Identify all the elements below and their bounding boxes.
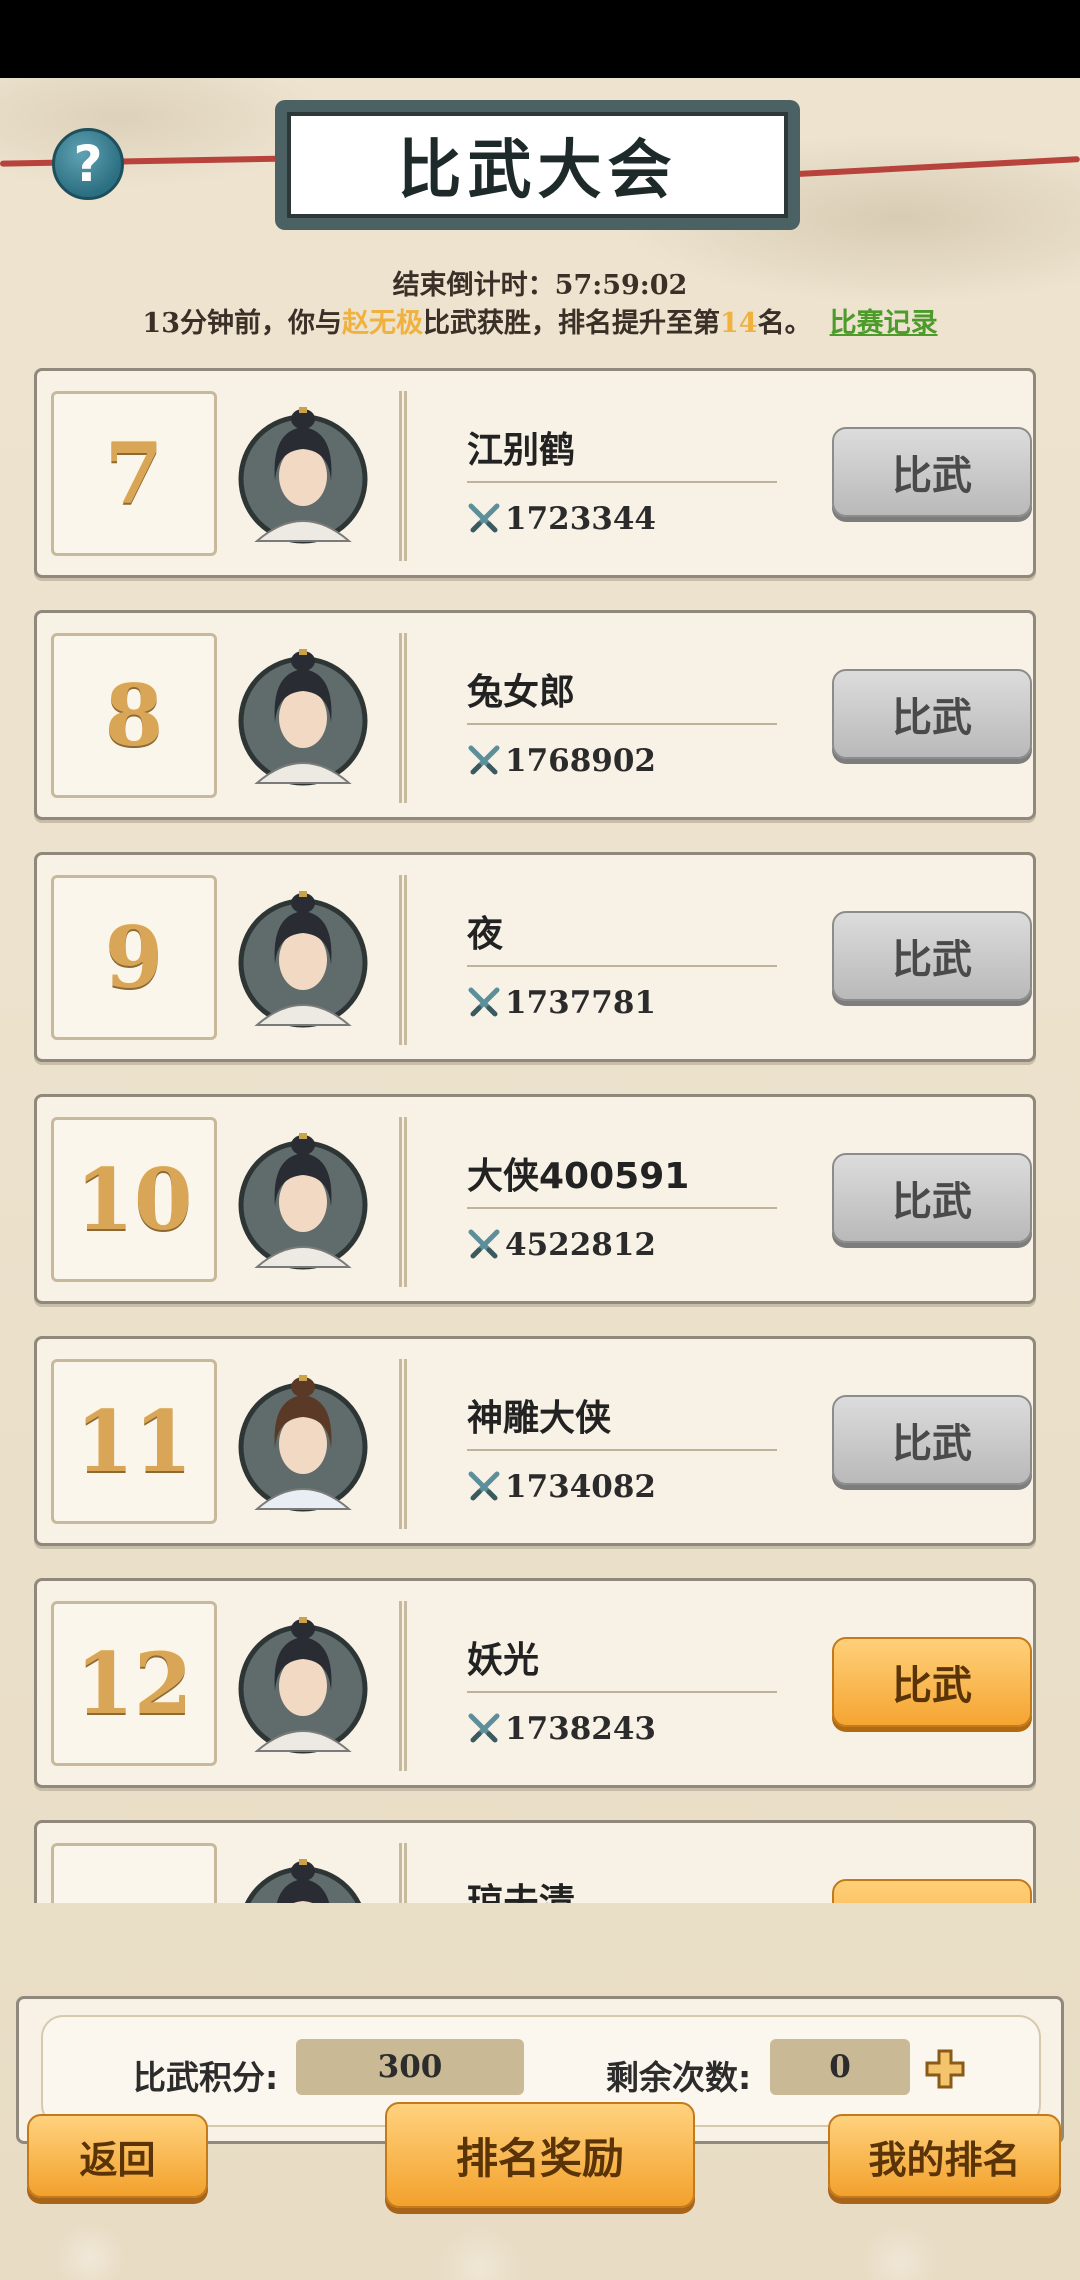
player-name: 夜	[467, 914, 504, 955]
power-value: 1734082	[467, 1469, 656, 1505]
crossed-swords-icon	[468, 745, 500, 775]
player-name: 琼夫清	[467, 1882, 576, 1903]
list-item: 10 大侠400591 4522812 比武	[34, 1094, 1036, 1304]
cloud-decoration	[0, 2188, 1080, 2280]
my-rank-button[interactable]: 我的排名	[828, 2114, 1061, 2198]
challenge-button[interactable]: 比武	[832, 427, 1032, 517]
ranking-list[interactable]: 7 江别鹤 1723344 比武 8 兔女郎 1768902 比武 9 夜 17…	[0, 368, 1080, 1903]
challenge-button[interactable]: 比武	[832, 669, 1032, 759]
divider	[467, 1449, 777, 1451]
crossed-swords-icon	[468, 1713, 500, 1743]
avatar	[237, 885, 369, 1035]
divider	[467, 723, 777, 725]
divider	[467, 1691, 777, 1693]
news-prefix: 13分钟前，你与	[142, 308, 342, 339]
player-name: 神雕大侠	[467, 1398, 612, 1439]
rank-number: 8	[51, 633, 217, 798]
rope-decoration	[0, 155, 301, 167]
power-number: 1738243	[505, 1711, 656, 1747]
avatar	[237, 401, 369, 551]
news-middle: 比武获胜，排名提升至第	[423, 308, 720, 339]
list-item: 9 夜 1737781 比武	[34, 852, 1036, 1062]
player-info: 神雕大侠 1734082 比武	[399, 1359, 1032, 1529]
rank-number	[51, 1843, 217, 1903]
power-number: 4522812	[505, 1227, 656, 1263]
back-button[interactable]: 返回	[27, 2114, 208, 2198]
player-name: 大侠400591	[467, 1156, 690, 1197]
player-info: 琼夫清	[399, 1843, 1032, 1903]
divider	[467, 965, 777, 967]
player-name: 妖光	[467, 1640, 540, 1681]
rank-number: 9	[51, 875, 217, 1040]
power-value: 4522812	[467, 1227, 656, 1263]
power-number: 1737781	[505, 985, 656, 1021]
remaining-label: 剩余次数:	[606, 2058, 752, 2097]
challenge-button[interactable]: 比武	[832, 1395, 1032, 1485]
plus-icon[interactable]	[923, 2047, 967, 2091]
power-number: 1723344	[505, 501, 656, 537]
list-item: 8 兔女郎 1768902 比武	[34, 610, 1036, 820]
page-title: 比武大会	[287, 112, 788, 218]
avatar	[237, 1127, 369, 1277]
score-label: 比武积分:	[133, 2058, 279, 2097]
avatar	[237, 643, 369, 793]
power-number: 1734082	[505, 1469, 656, 1505]
question-icon[interactable]: ?	[52, 128, 124, 200]
avatar	[237, 1369, 369, 1519]
arena-screen: ? 比武大会 结束倒计时：57:59:02 13分钟前，你与赵无极比武获胜，排名…	[0, 78, 1080, 2280]
list-item: 11 神雕大侠 1734082 比武	[34, 1336, 1036, 1546]
power-number: 1768902	[505, 743, 656, 779]
news-rank: 14	[720, 308, 758, 339]
list-item: 12 妖光 1738243 比武	[34, 1578, 1036, 1788]
power-value: 1738243	[467, 1711, 656, 1747]
challenge-button[interactable]: 比武	[832, 1153, 1032, 1243]
rope-decoration	[780, 156, 1080, 178]
player-info: 妖光 1738243 比武	[399, 1601, 1032, 1771]
player-info: 大侠400591 4522812 比武	[399, 1117, 1032, 1287]
rank-number: 12	[51, 1601, 217, 1766]
power-value: 1768902	[467, 743, 656, 779]
remaining-value: 0	[770, 2039, 910, 2095]
player-info: 夜 1737781 比武	[399, 875, 1032, 1045]
player-info: 兔女郎 1768902 比武	[399, 633, 1032, 803]
challenge-button[interactable]	[832, 1879, 1032, 1903]
avatar	[237, 1611, 369, 1761]
player-name: 江别鹤	[467, 430, 576, 471]
player-info: 江别鹤 1723344 比武	[399, 391, 1032, 561]
list-item: 琼夫清	[34, 1820, 1036, 1903]
battle-news: 13分钟前，你与赵无极比武获胜，排名提升至第14名。 比赛记录	[0, 301, 1080, 340]
crossed-swords-icon	[468, 1471, 500, 1501]
power-value: 1737781	[467, 985, 656, 1021]
divider	[467, 1207, 777, 1209]
score-value: 300	[296, 2039, 524, 2095]
challenge-button[interactable]: 比武	[832, 1637, 1032, 1727]
rank-number: 11	[51, 1359, 217, 1524]
news-suffix: 名。	[757, 308, 812, 339]
crossed-swords-icon	[468, 1229, 500, 1259]
status-bar	[0, 0, 1080, 78]
match-record-link[interactable]: 比赛记录	[830, 308, 938, 339]
divider	[467, 481, 777, 483]
list-item: 7 江别鹤 1723344 比武	[34, 368, 1036, 578]
title-board: 比武大会	[275, 100, 800, 230]
power-value: 1723344	[467, 501, 656, 537]
player-name: 兔女郎	[467, 672, 576, 713]
rank-number: 10	[51, 1117, 217, 1282]
rank-number: 7	[51, 391, 217, 556]
avatar	[237, 1853, 369, 1903]
crossed-swords-icon	[468, 987, 500, 1017]
news-opponent: 赵无极	[342, 308, 423, 339]
countdown-text: 结束倒计时：57:59:02	[392, 270, 688, 301]
challenge-button[interactable]: 比武	[832, 911, 1032, 1001]
crossed-swords-icon	[468, 503, 500, 533]
